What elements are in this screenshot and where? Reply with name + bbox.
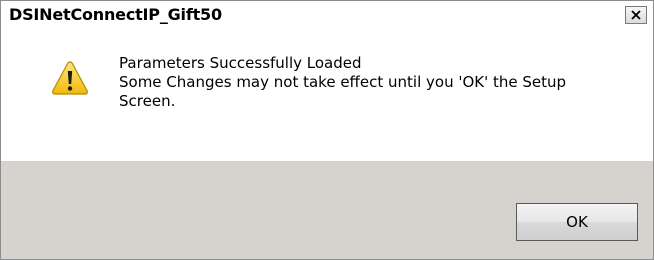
message-line-1: Parameters Successfully Loaded bbox=[119, 54, 362, 72]
message-line-2: Some Changes may not take effect until y… bbox=[119, 73, 567, 91]
window-title: DSINetConnectIP_Gift50 bbox=[9, 5, 222, 24]
close-icon bbox=[631, 10, 641, 20]
title-bar[interactable]: DSINetConnectIP_Gift50 bbox=[1, 1, 653, 30]
message-line-3: Screen. bbox=[119, 92, 176, 110]
warning-icon bbox=[52, 61, 88, 95]
message-dialog: DSINetConnectIP_Gift50 Parameters Succes… bbox=[0, 0, 654, 260]
ok-button[interactable]: OK bbox=[516, 203, 638, 241]
close-button[interactable] bbox=[625, 6, 647, 24]
dialog-message: Parameters Successfully Loaded Some Chan… bbox=[119, 54, 629, 111]
